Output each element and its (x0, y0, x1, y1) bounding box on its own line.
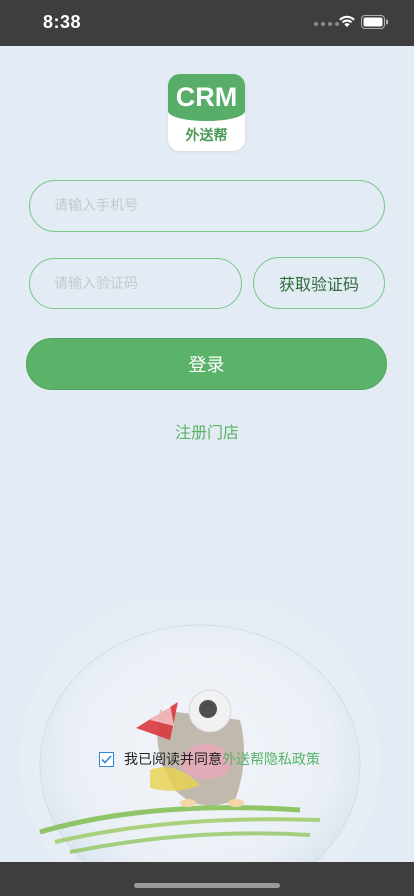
food-plate-illustration (20, 600, 380, 865)
get-code-label: 获取验证码 (278, 275, 359, 294)
verification-code-field[interactable] (29, 258, 242, 309)
agreement-row: 我已阅读并同意 外送帮隐私政策 (99, 749, 320, 769)
home-bar (0, 862, 414, 896)
phone-input[interactable] (30, 181, 384, 231)
login-button[interactable]: 登录 (26, 338, 387, 390)
logo-subtitle: 外送帮 (185, 128, 228, 144)
verification-code-input[interactable] (30, 259, 241, 308)
get-code-button[interactable]: 获取验证码 (253, 257, 385, 309)
home-indicator[interactable] (134, 883, 280, 888)
register-store-link[interactable]: 注册门店 (0, 419, 414, 443)
login-label: 登录 (188, 355, 225, 376)
privacy-policy-link[interactable]: 外送帮隐私政策 (222, 749, 320, 769)
checkmark-icon (101, 754, 112, 764)
logo-title: CRM (175, 82, 238, 112)
status-time: 8:38 (43, 12, 82, 32)
status-bar: 8:38 (0, 0, 414, 46)
phone-field[interactable] (29, 180, 385, 232)
agreement-checkbox[interactable] (99, 751, 114, 767)
battery-icon (361, 15, 388, 29)
app-logo: CRM 外送帮 (168, 74, 245, 151)
wifi-icon (339, 15, 355, 27)
agreement-text: 我已阅读并同意 (124, 752, 222, 768)
cellular-signal-icon (314, 22, 339, 26)
